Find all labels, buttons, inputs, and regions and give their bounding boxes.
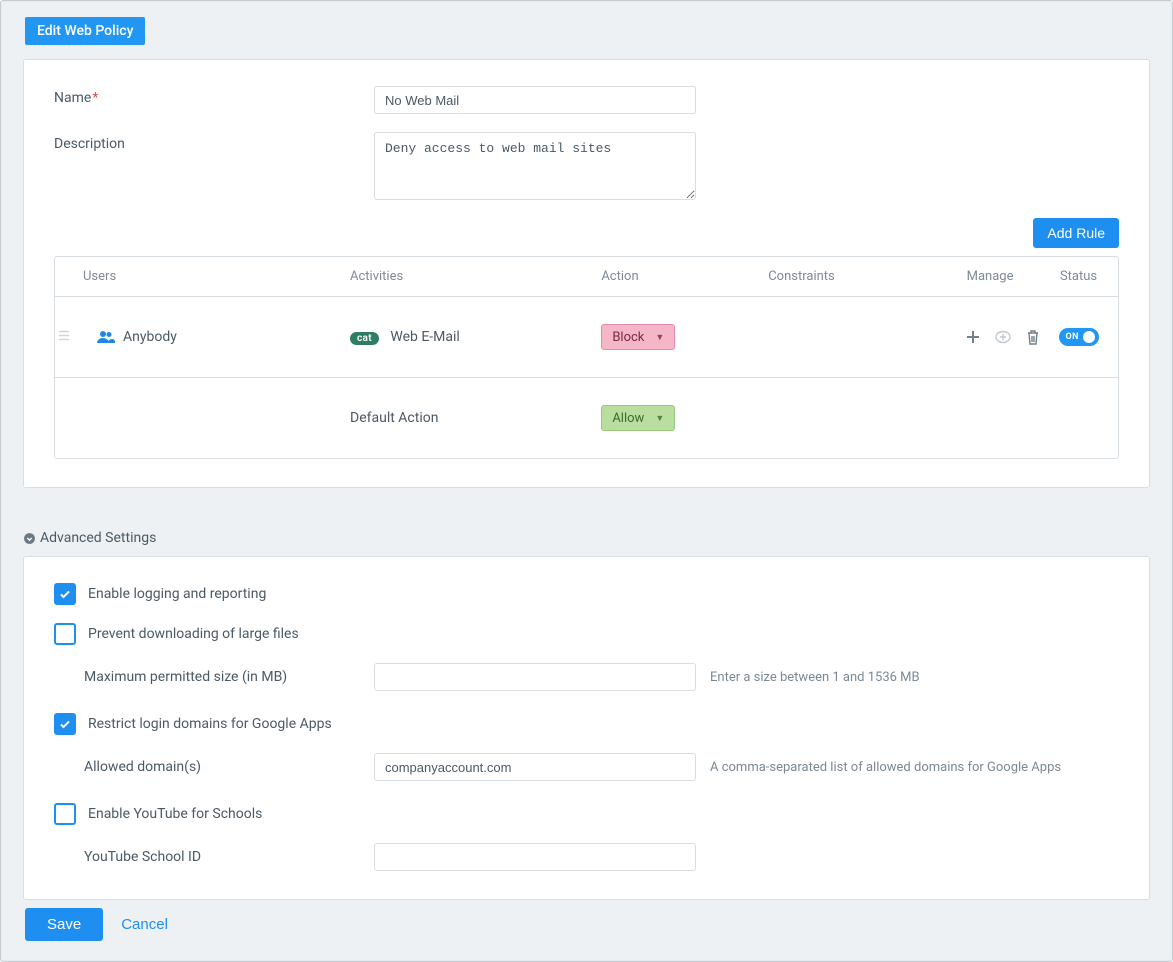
action-select-allow[interactable]: Allow ▼	[601, 405, 675, 431]
max-size-label: Maximum permitted size (in MB)	[84, 669, 374, 685]
column-header-manage: Manage	[937, 269, 1049, 284]
edit-web-policy-dialog: Edit Web Policy Name* Description Deny a…	[0, 0, 1173, 962]
column-header-constraints: Constraints	[768, 269, 937, 284]
policy-form-panel: Name* Description Deny access to web mai…	[23, 59, 1150, 488]
restrict-google-apps-checkbox[interactable]	[54, 713, 76, 735]
users-icon	[97, 330, 115, 344]
rule-user: Anybody	[123, 329, 177, 345]
column-header-activities: Activities	[350, 269, 601, 284]
add-icon[interactable]	[963, 327, 983, 347]
delete-icon[interactable]	[1023, 327, 1043, 347]
clone-icon	[993, 327, 1013, 347]
status-toggle[interactable]: ON	[1059, 328, 1099, 346]
enable-youtube-schools-checkbox[interactable]	[54, 803, 76, 825]
max-size-input[interactable]	[374, 663, 696, 691]
max-size-helper: Enter a size between 1 and 1536 MB	[710, 670, 920, 685]
youtube-school-id-input[interactable]	[374, 843, 696, 871]
dialog-title: Edit Web Policy	[25, 17, 145, 45]
column-header-action: Action	[601, 269, 768, 284]
enable-logging-checkbox[interactable]	[54, 583, 76, 605]
chevron-down-icon: ▼	[655, 332, 664, 343]
add-rule-button[interactable]: Add Rule	[1033, 218, 1119, 248]
advanced-settings-panel: Enable logging and reporting Prevent dow…	[23, 556, 1150, 900]
youtube-school-id-label: YouTube School ID	[84, 849, 374, 865]
enable-youtube-schools-label: Enable YouTube for Schools	[88, 806, 262, 822]
advanced-settings-toggle[interactable]: Advanced Settings	[23, 530, 1150, 546]
rule-activity: Web E-Mail	[390, 329, 459, 345]
rule-row: Anybody cat Web E-Mail Block ▼	[55, 297, 1118, 378]
prevent-large-files-checkbox[interactable]	[54, 623, 76, 645]
action-select-block[interactable]: Block ▼	[601, 324, 675, 350]
column-header-status: Status	[1049, 269, 1108, 284]
allowed-domains-input[interactable]	[374, 753, 696, 781]
chevron-down-icon	[23, 532, 36, 545]
rules-table: Users Activities Action Constraints Mana…	[54, 256, 1119, 459]
default-action-label: Default Action	[350, 410, 601, 426]
allowed-domains-label: Allowed domain(s)	[84, 759, 374, 775]
name-label: Name*	[54, 86, 374, 106]
enable-logging-label: Enable logging and reporting	[88, 586, 266, 602]
category-badge: cat	[350, 332, 379, 345]
restrict-google-apps-label: Restrict login domains for Google Apps	[88, 716, 332, 732]
chevron-down-icon: ▼	[655, 413, 664, 424]
prevent-large-files-label: Prevent downloading of large files	[88, 626, 299, 642]
default-action-row: Default Action Allow ▼	[55, 378, 1118, 458]
drag-handle-icon[interactable]	[59, 331, 69, 344]
name-input[interactable]	[374, 86, 696, 114]
description-label: Description	[54, 132, 374, 152]
allowed-domains-helper: A comma-separated list of allowed domain…	[710, 760, 1061, 775]
dialog-footer: Save Cancel	[1, 908, 1172, 961]
rules-table-header: Users Activities Action Constraints Mana…	[55, 257, 1118, 297]
cancel-button[interactable]: Cancel	[121, 916, 168, 933]
save-button[interactable]: Save	[25, 908, 103, 941]
description-input[interactable]: Deny access to web mail sites	[374, 132, 696, 200]
column-header-users: Users	[83, 269, 350, 284]
